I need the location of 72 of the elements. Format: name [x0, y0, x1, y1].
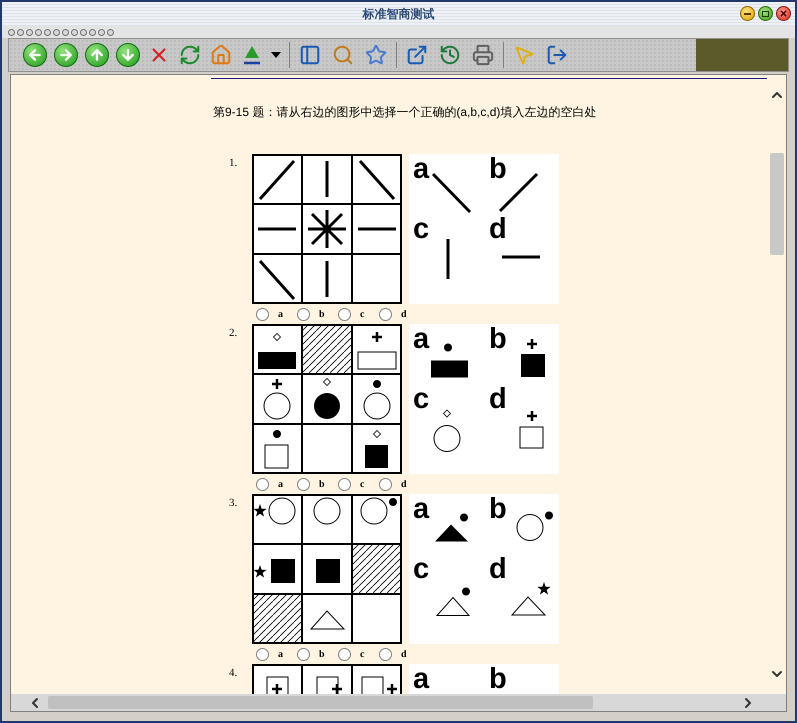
radio-button[interactable] [256, 478, 269, 490]
radio-button[interactable] [256, 648, 269, 660]
window-title: 标准智商测试 [362, 6, 434, 23]
arrow-right-icon[interactable] [54, 43, 78, 67]
radio-label: b [319, 478, 326, 492]
radio-button[interactable] [256, 308, 269, 320]
option-letter: c [413, 384, 430, 414]
option-letter: d [489, 384, 507, 414]
radio-label: d [401, 648, 408, 662]
horizontal-scrollbar[interactable] [11, 694, 786, 711]
option-figure-drawing [520, 338, 546, 378]
option-figure-drawing [511, 582, 551, 616]
radio-label: d [401, 478, 408, 492]
star-icon[interactable] [364, 43, 388, 67]
search-icon[interactable] [331, 43, 355, 67]
radio-label: b [319, 648, 326, 662]
option-letter: b [489, 494, 507, 524]
option-letter: c [413, 214, 430, 244]
option-letter: a [413, 494, 430, 524]
option-letter: b [489, 324, 507, 354]
window-arrow-icon[interactable] [405, 43, 429, 67]
refresh-icon[interactable] [178, 43, 202, 67]
close-icon [779, 9, 788, 18]
scrollbar-thumb[interactable] [770, 153, 784, 255]
option-letter: d [489, 214, 507, 244]
radio-button[interactable] [297, 648, 310, 660]
radio-button[interactable] [379, 478, 392, 490]
option-figure-drawing [516, 510, 554, 541]
arrow-up-icon[interactable] [85, 43, 109, 67]
instruction-text: 第9-15 题：请从右边的图形中选择一个正确的(a,b,c,d)填入左边的空白处 [213, 104, 598, 121]
radio-label: a [278, 478, 284, 492]
question-number: 4. [229, 666, 238, 681]
option-figure-drawing [434, 512, 469, 542]
radio-button[interactable] [379, 648, 392, 660]
printer-icon[interactable] [471, 43, 495, 67]
option-figure-drawing [519, 410, 544, 449]
radio-label: c [360, 478, 366, 492]
radio-button[interactable] [338, 648, 351, 660]
radio-label: c [360, 648, 366, 662]
clock-arrow-icon[interactable] [438, 43, 462, 67]
option-figure-drawing [436, 586, 470, 616]
maximize-button[interactable] [758, 6, 773, 21]
radio-button[interactable] [338, 478, 351, 490]
radio-label: c [360, 308, 366, 322]
option-letter: b [489, 154, 507, 184]
radio-label: a [278, 648, 284, 662]
sidebar-panel-icon[interactable] [298, 43, 322, 67]
option-letter: d [489, 554, 507, 584]
question-number: 1. [229, 156, 238, 171]
exit-door-icon[interactable] [545, 43, 569, 67]
radio-button[interactable] [297, 478, 310, 490]
option-figure-drawing [433, 408, 461, 452]
radio-label: a [278, 308, 284, 322]
scrollbar-thumb[interactable] [48, 696, 593, 709]
arrow-left-icon[interactable] [23, 43, 47, 67]
radio-button[interactable] [297, 308, 310, 320]
radio-button[interactable] [338, 308, 351, 320]
close-button[interactable] [776, 6, 791, 21]
question-number: 3. [229, 496, 238, 511]
radio-button[interactable] [379, 308, 392, 320]
option-letter: a [413, 324, 430, 354]
option-letter: b [489, 664, 507, 694]
option-letter: c [413, 554, 430, 584]
minimize-button[interactable] [740, 6, 755, 21]
radio-label: d [401, 308, 408, 322]
option-letter: a [413, 154, 430, 184]
option-figure-drawing [430, 342, 469, 378]
caret-icon[interactable] [271, 52, 281, 58]
option-letter: a [413, 664, 430, 694]
question-number: 2. [229, 326, 238, 341]
radio-label: b [319, 308, 326, 322]
arrow-down-icon[interactable] [116, 43, 140, 67]
